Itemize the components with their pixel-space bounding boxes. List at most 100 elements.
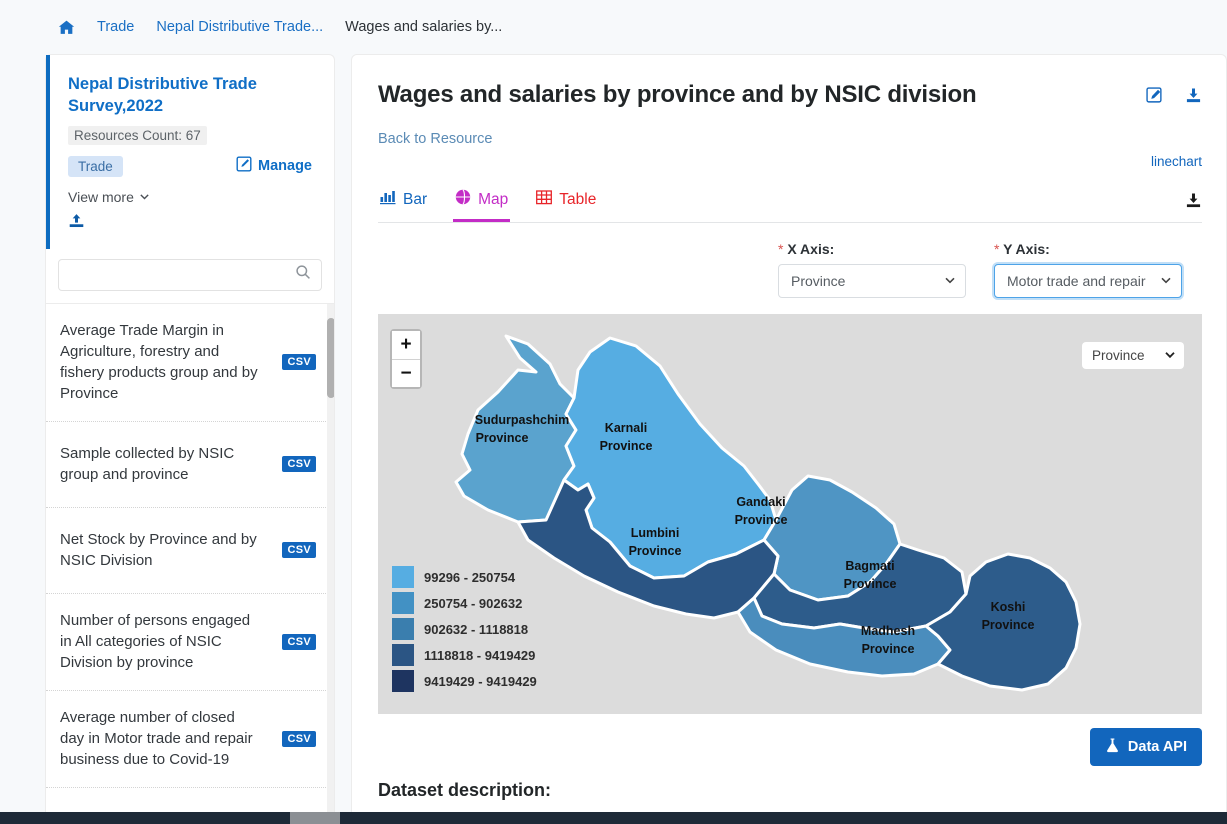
back-to-resource-link[interactable]: Back to Resource bbox=[378, 131, 492, 147]
legend-item: 250754 - 902632 bbox=[392, 592, 537, 614]
province-label-gandaki: Gandaki bbox=[736, 495, 785, 509]
legend-item: 902632 - 1118818 bbox=[392, 618, 537, 640]
tab-table-label: Table bbox=[559, 190, 597, 208]
legend-item: 9419429 - 9419429 bbox=[392, 670, 537, 692]
chevron-down-icon bbox=[139, 189, 150, 205]
legend-label: 902632 - 1118818 bbox=[424, 621, 529, 637]
dataset-tag-trade[interactable]: Trade bbox=[68, 155, 123, 177]
main-panel: Wages and salaries by province and by NS… bbox=[351, 54, 1227, 824]
legend-swatch bbox=[392, 644, 414, 666]
tab-map[interactable]: Map bbox=[453, 185, 511, 222]
data-api-button[interactable]: Data API bbox=[1089, 728, 1202, 766]
resource-name: Average Trade Margin in Agriculture, for… bbox=[60, 321, 258, 403]
list-item[interactable]: Sample collected by NSIC group and provi… bbox=[46, 422, 334, 508]
province-label-koshi: Koshi bbox=[991, 600, 1026, 614]
table-icon bbox=[536, 189, 553, 210]
data-api-label: Data API bbox=[1127, 739, 1187, 755]
choropleth-map[interactable]: + − Province Sudurpashchim Province Karn… bbox=[378, 314, 1202, 714]
map-layer-selected-value: Province bbox=[1092, 348, 1145, 363]
format-badge: CSV bbox=[282, 456, 316, 473]
list-item[interactable]: Number of persons engaged in All categor… bbox=[46, 594, 334, 691]
legend-item: 99296 - 250754 bbox=[392, 566, 537, 588]
sidebar: Nepal Distributive Trade Survey,2022 Res… bbox=[45, 54, 335, 824]
province-label-koshi-2: Province bbox=[982, 618, 1035, 632]
province-label-bagmati: Bagmati bbox=[845, 559, 894, 573]
province-label-madhesh-2: Province bbox=[862, 642, 915, 656]
search-icon[interactable] bbox=[295, 264, 311, 285]
x-axis-select[interactable]: Province bbox=[778, 264, 966, 298]
manage-button[interactable]: Manage bbox=[236, 156, 312, 176]
zoom-in-button[interactable]: + bbox=[392, 331, 420, 359]
edit-icon bbox=[236, 156, 252, 176]
search-box[interactable] bbox=[58, 258, 322, 291]
legend-label: 9419429 - 9419429 bbox=[424, 673, 537, 689]
tab-map-label: Map bbox=[478, 190, 509, 208]
breadcrumb: Trade Nepal Distributive Trade... Wages … bbox=[0, 0, 1227, 54]
breadcrumb-item-dataset[interactable]: Nepal Distributive Trade... bbox=[156, 19, 323, 35]
map-layer-select[interactable]: Province bbox=[1082, 342, 1184, 369]
x-axis-selected-value: Province bbox=[791, 273, 846, 289]
breadcrumb-item-trade[interactable]: Trade bbox=[97, 19, 134, 35]
view-tabs: Bar Map Table bbox=[378, 185, 1202, 223]
sidebar-scrollbar-thumb[interactable] bbox=[327, 317, 334, 398]
legend-swatch bbox=[392, 592, 414, 614]
legend-swatch bbox=[392, 566, 414, 588]
province-label-bagmati-2: Province bbox=[844, 577, 897, 591]
dataset-description-title: Dataset description: bbox=[378, 780, 552, 800]
axis-controls: * X Axis: Province * Y Axis: Motor trade… bbox=[378, 241, 1202, 298]
legend-label: 99296 - 250754 bbox=[424, 569, 516, 585]
search-input[interactable] bbox=[69, 265, 295, 284]
format-badge: CSV bbox=[282, 354, 316, 371]
list-item[interactable]: Net Stock by Province and by NSIC Divisi… bbox=[46, 508, 334, 594]
tab-bar[interactable]: Bar bbox=[378, 185, 429, 222]
legend-label: 250754 - 902632 bbox=[424, 595, 523, 611]
taskbar-segment bbox=[290, 812, 340, 824]
globe-icon bbox=[455, 189, 471, 210]
chevron-down-icon bbox=[944, 273, 956, 289]
province-label-karnali: Karnali bbox=[605, 421, 647, 435]
edit-square-icon[interactable] bbox=[1146, 87, 1163, 104]
legend-swatch bbox=[392, 670, 414, 692]
y-axis-required-marker: * bbox=[994, 241, 1000, 257]
province-label-lumbini-2: Province bbox=[629, 544, 682, 558]
tab-table[interactable]: Table bbox=[534, 185, 598, 222]
legend-swatch bbox=[392, 618, 414, 640]
manage-label: Manage bbox=[258, 158, 312, 175]
y-axis-selected-value: Motor trade and repair bbox=[1007, 273, 1146, 289]
resource-name: Net Stock by Province and by NSIC Divisi… bbox=[60, 530, 257, 570]
resource-name: Average number of closed day in Motor tr… bbox=[60, 708, 253, 769]
home-icon[interactable] bbox=[58, 19, 75, 36]
list-item[interactable]: Average number of closed day in Motor tr… bbox=[46, 691, 334, 788]
province-label-sudurpashchim: Sudurpashchim bbox=[475, 413, 569, 427]
chart-type-label[interactable]: linechart bbox=[378, 154, 1202, 169]
format-badge: CSV bbox=[282, 730, 316, 747]
chevron-down-icon bbox=[1160, 273, 1172, 289]
resource-list: Average Trade Margin in Agriculture, for… bbox=[45, 303, 335, 820]
format-badge: CSV bbox=[282, 633, 316, 650]
view-more-label: View more bbox=[68, 188, 134, 205]
x-axis-group: * X Axis: Province bbox=[778, 241, 966, 298]
resources-count-badge: Resources Count: 67 bbox=[68, 125, 207, 145]
dataset-title[interactable]: Nepal Distributive Trade Survey,2022 bbox=[68, 73, 312, 118]
upload-icon[interactable] bbox=[68, 213, 312, 235]
download-icon[interactable] bbox=[1185, 192, 1202, 222]
zoom-out-button[interactable]: − bbox=[392, 359, 420, 387]
sidebar-scrollbar[interactable] bbox=[327, 303, 334, 819]
list-item[interactable]: Average Trade Margin in Agriculture, for… bbox=[46, 304, 334, 422]
y-axis-select[interactable]: Motor trade and repair bbox=[994, 264, 1182, 298]
x-axis-required-marker: * bbox=[778, 241, 784, 257]
legend-item: 1118818 - 9419429 bbox=[392, 644, 537, 666]
province-label-karnali-2: Province bbox=[600, 439, 653, 453]
chevron-down-icon bbox=[1164, 348, 1176, 363]
y-axis-group: * Y Axis: Motor trade and repair bbox=[994, 241, 1182, 298]
view-more-toggle[interactable]: View more bbox=[68, 189, 312, 205]
dataset-card: Nepal Distributive Trade Survey,2022 Res… bbox=[45, 54, 335, 249]
y-axis-label: * Y Axis: bbox=[994, 241, 1182, 257]
province-label-sudurpashchim-2: Province bbox=[476, 431, 529, 445]
province-label-lumbini: Lumbini bbox=[631, 526, 680, 540]
download-icon[interactable] bbox=[1185, 87, 1202, 104]
flask-icon bbox=[1105, 737, 1120, 757]
bar-chart-icon bbox=[380, 190, 396, 210]
x-axis-label-text: X Axis: bbox=[787, 241, 835, 257]
format-badge: CSV bbox=[282, 542, 316, 559]
